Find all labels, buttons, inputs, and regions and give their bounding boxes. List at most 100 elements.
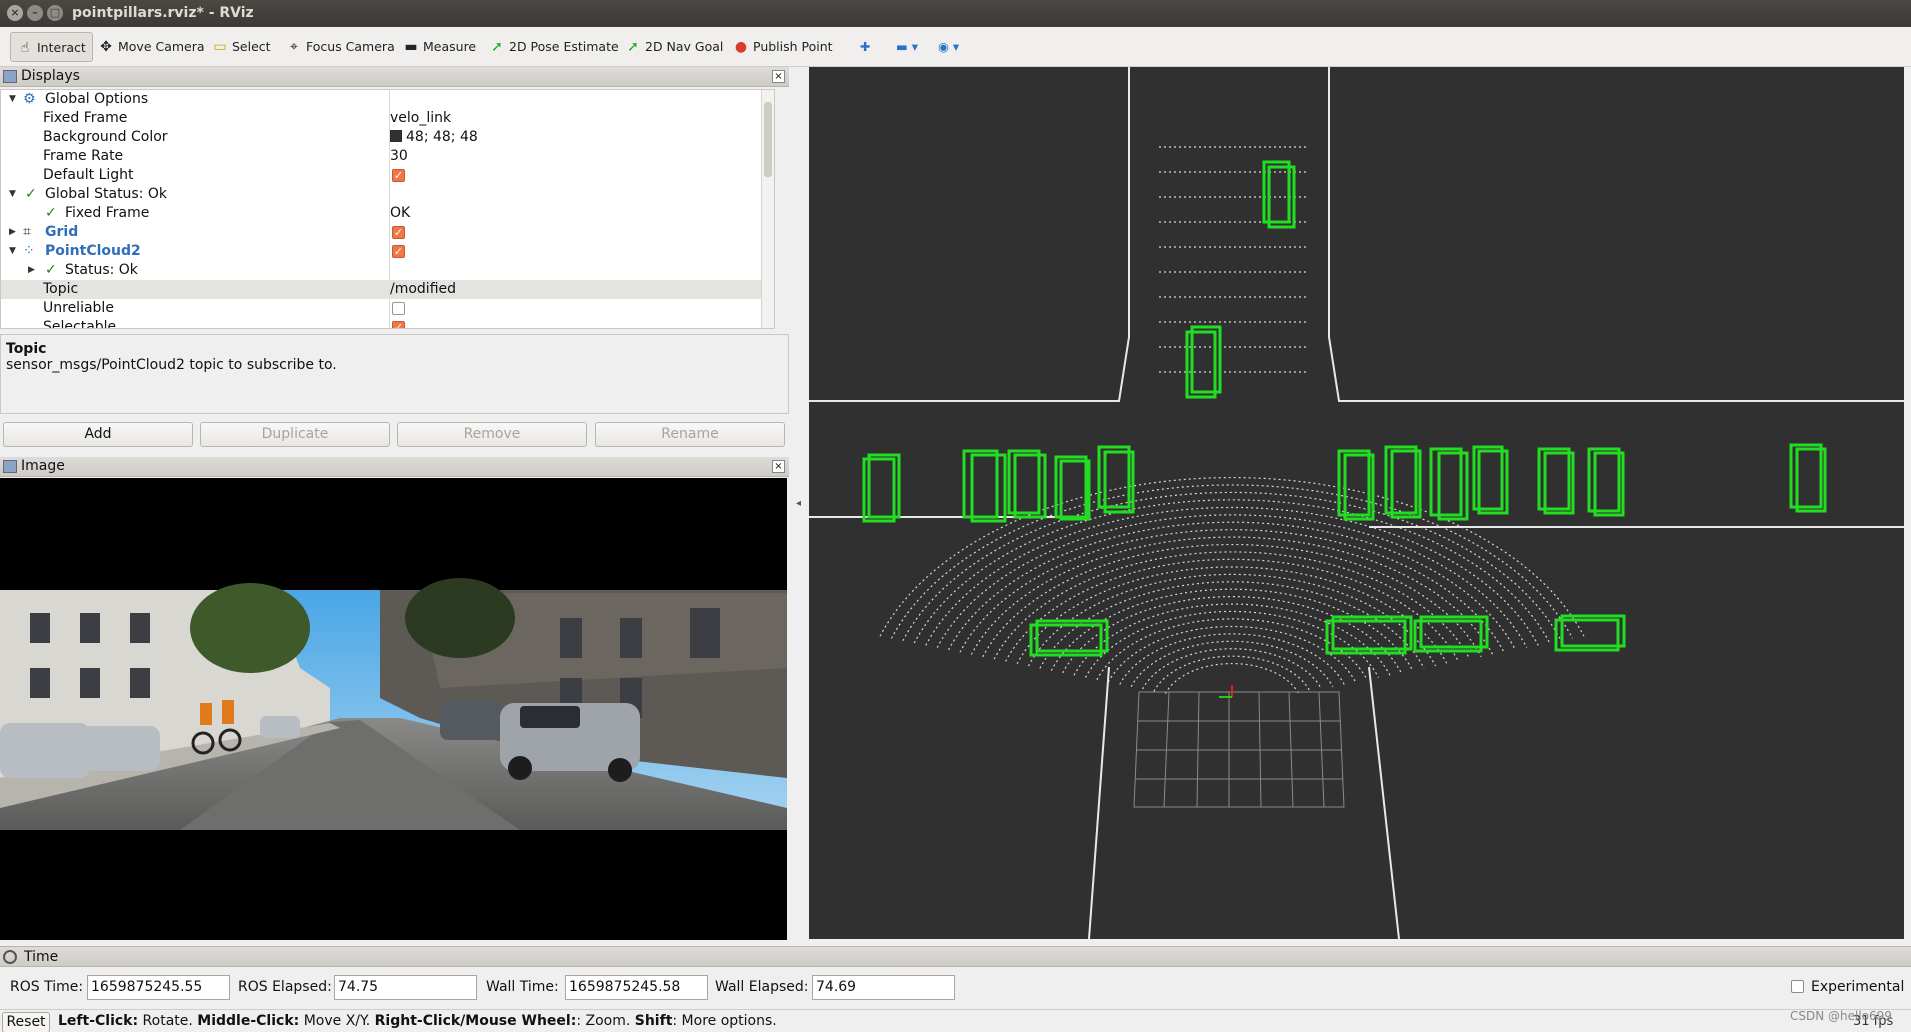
expand-arrow-icon[interactable]: ▼ bbox=[9, 185, 21, 204]
close-icon[interactable]: × bbox=[7, 5, 23, 21]
scrollbar-thumb[interactable] bbox=[764, 102, 772, 177]
tool-select[interactable]: ▭ Select bbox=[212, 35, 271, 59]
eye-icon[interactable]: ◉ ▾ bbox=[938, 35, 959, 59]
tool-bar: ☝ Interact ✥ Move Camera ▭ Select ⌖ Focus Ca… bbox=[0, 27, 1911, 67]
bounding-box bbox=[1029, 619, 1109, 657]
row-label: Fixed Frame bbox=[65, 205, 150, 221]
wall-elapsed-field[interactable]: 74.69 bbox=[812, 975, 955, 1000]
tree-row-topic[interactable]: Topic /modified bbox=[1, 280, 774, 299]
row-value[interactable]: 30 bbox=[390, 147, 408, 166]
tool-label: Select bbox=[232, 39, 271, 54]
description-title: Topic bbox=[6, 341, 47, 357]
remove-tool-icon[interactable]: ▬ ▾ bbox=[896, 35, 918, 59]
focus-target-icon: ⌖ bbox=[290, 39, 298, 55]
time-panel: ROS Time: 1659875245.55 ROS Elapsed: 74.… bbox=[0, 967, 1911, 1007]
ros-elapsed-label: ROS Elapsed: bbox=[238, 979, 332, 995]
gear-icon: ⚙ bbox=[23, 91, 36, 107]
tool-publish-point[interactable]: ● Publish Point bbox=[733, 35, 833, 59]
row-value[interactable]: velo_link bbox=[390, 109, 451, 128]
tool-focus-camera[interactable]: ⌖ Focus Camera bbox=[286, 35, 395, 59]
reset-button[interactable]: Reset bbox=[2, 1012, 50, 1032]
expand-arrow-icon[interactable]: ▶ bbox=[28, 261, 40, 280]
hint-text: : More options. bbox=[672, 1013, 777, 1029]
row-label: PointCloud2 bbox=[45, 243, 141, 259]
tree-row-background-color[interactable]: Background Color 48; 48; 48 bbox=[1, 128, 774, 147]
remove-button[interactable]: Remove bbox=[397, 422, 587, 447]
hint-key: Middle-Click: bbox=[197, 1013, 300, 1029]
tree-row-status-fixed-frame[interactable]: ✓ Fixed Frame OK bbox=[1, 204, 774, 223]
tool-2d-pose-estimate[interactable]: ➚ 2D Pose Estimate bbox=[489, 35, 619, 59]
bounding-box bbox=[1587, 447, 1625, 517]
scan-ring bbox=[1142, 648, 1322, 690]
ros-elapsed-field[interactable]: 74.75 bbox=[334, 975, 477, 1000]
tree-row-selectable[interactable]: Selectable ✓ bbox=[1, 318, 774, 328]
bounding-box bbox=[1337, 449, 1375, 521]
splitter-handle-icon[interactable]: ◂ bbox=[796, 498, 801, 509]
displays-panel-header: Displays × bbox=[0, 67, 789, 87]
clock-icon bbox=[3, 950, 17, 964]
tool-measure[interactable]: ▬ Measure bbox=[403, 35, 476, 59]
experimental-checkbox[interactable] bbox=[1791, 980, 1804, 993]
ros-time-field[interactable]: 1659875245.55 bbox=[87, 975, 230, 1000]
scan-ring bbox=[993, 551, 1471, 660]
tool-label: 2D Pose Estimate bbox=[509, 39, 619, 54]
hint-key: Right-Click/Mouse Wheel: bbox=[374, 1013, 577, 1029]
checkbox[interactable]: ✓ bbox=[392, 169, 405, 182]
row-value[interactable]: /modified bbox=[390, 280, 456, 299]
tree-row-grid[interactable]: ▶ ⌗ Grid ✓ bbox=[1, 223, 774, 242]
color-value: 48; 48; 48 bbox=[406, 129, 478, 145]
bounding-box bbox=[1007, 449, 1047, 519]
grid-display bbox=[1133, 691, 1345, 808]
add-button[interactable]: Add bbox=[3, 422, 193, 447]
tool-2d-nav-goal[interactable]: ➚ 2D Nav Goal bbox=[625, 35, 723, 59]
bounding-box bbox=[1789, 443, 1827, 513]
tree-row-global-options[interactable]: ▼ ⚙ Global Options bbox=[1, 90, 774, 109]
tool-label: 2D Nav Goal bbox=[645, 39, 724, 54]
camera-image-view bbox=[0, 478, 787, 940]
3d-viewport[interactable] bbox=[809, 67, 1904, 939]
expand-arrow-icon[interactable]: ▼ bbox=[9, 90, 21, 109]
expand-arrow-icon[interactable]: ▼ bbox=[9, 242, 21, 261]
row-value: OK bbox=[390, 205, 411, 221]
experimental-label: Experimental bbox=[1811, 979, 1905, 995]
maximize-icon[interactable]: □ bbox=[47, 5, 63, 21]
checkbox[interactable]: ✓ bbox=[392, 245, 405, 258]
wall-time-field[interactable]: 1659875245.58 bbox=[565, 975, 708, 1000]
row-label: Unreliable bbox=[43, 300, 114, 316]
tree-row-unreliable[interactable]: Unreliable bbox=[1, 299, 774, 318]
tree-row-global-status[interactable]: ▼ ✓ Global Status: Ok bbox=[1, 185, 774, 204]
row-label: Grid bbox=[45, 224, 79, 240]
grid-icon: ⌗ bbox=[23, 224, 31, 240]
duplicate-button[interactable]: Duplicate bbox=[200, 422, 390, 447]
pointcloud-icon: ⁘ bbox=[23, 243, 35, 259]
scan-ring bbox=[1005, 558, 1459, 662]
close-icon[interactable]: × bbox=[772, 70, 785, 83]
rename-button[interactable]: Rename bbox=[595, 422, 785, 447]
row-label: Default Light bbox=[43, 167, 134, 183]
property-description: Topic sensor_msgs/PointCloud2 topic to s… bbox=[0, 334, 789, 414]
tool-move-camera[interactable]: ✥ Move Camera bbox=[98, 35, 204, 59]
tree-row-fixed-frame[interactable]: Fixed Frame velo_link bbox=[1, 109, 774, 128]
checkbox[interactable] bbox=[392, 302, 405, 315]
row-value[interactable]: 48; 48; 48 bbox=[390, 128, 478, 147]
checkbox[interactable]: ✓ bbox=[392, 226, 405, 239]
row-label: Fixed Frame bbox=[43, 110, 128, 126]
scan-ring bbox=[1062, 596, 1402, 674]
tree-row-pointcloud2[interactable]: ▼ ⁘ PointCloud2 ✓ bbox=[1, 242, 774, 261]
minimize-icon[interactable]: – bbox=[27, 5, 43, 21]
tree-row-status-ok[interactable]: ▶ ✓ Status: Ok bbox=[1, 261, 774, 280]
status-bar: Reset Left-Click: Rotate. Middle-Click: … bbox=[0, 1009, 1911, 1032]
add-tool-icon[interactable]: ✚ bbox=[860, 35, 870, 59]
close-icon[interactable]: × bbox=[772, 460, 785, 473]
expand-arrow-icon[interactable]: ▶ bbox=[9, 223, 21, 242]
tree-row-frame-rate[interactable]: Frame Rate 30 bbox=[1, 147, 774, 166]
move-arrows-icon: ✥ bbox=[100, 39, 112, 55]
bounding-box bbox=[1054, 455, 1091, 521]
green-arrow-icon: ➚ bbox=[491, 39, 503, 55]
tree-row-default-light[interactable]: Default Light ✓ bbox=[1, 166, 774, 185]
checkbox[interactable]: ✓ bbox=[392, 321, 405, 328]
tool-interact[interactable]: ☝ Interact bbox=[10, 32, 93, 62]
check-mark-icon: ✓ bbox=[45, 262, 57, 278]
tree-scrollbar[interactable] bbox=[761, 90, 774, 328]
time-panel-header: Time bbox=[0, 946, 1911, 967]
